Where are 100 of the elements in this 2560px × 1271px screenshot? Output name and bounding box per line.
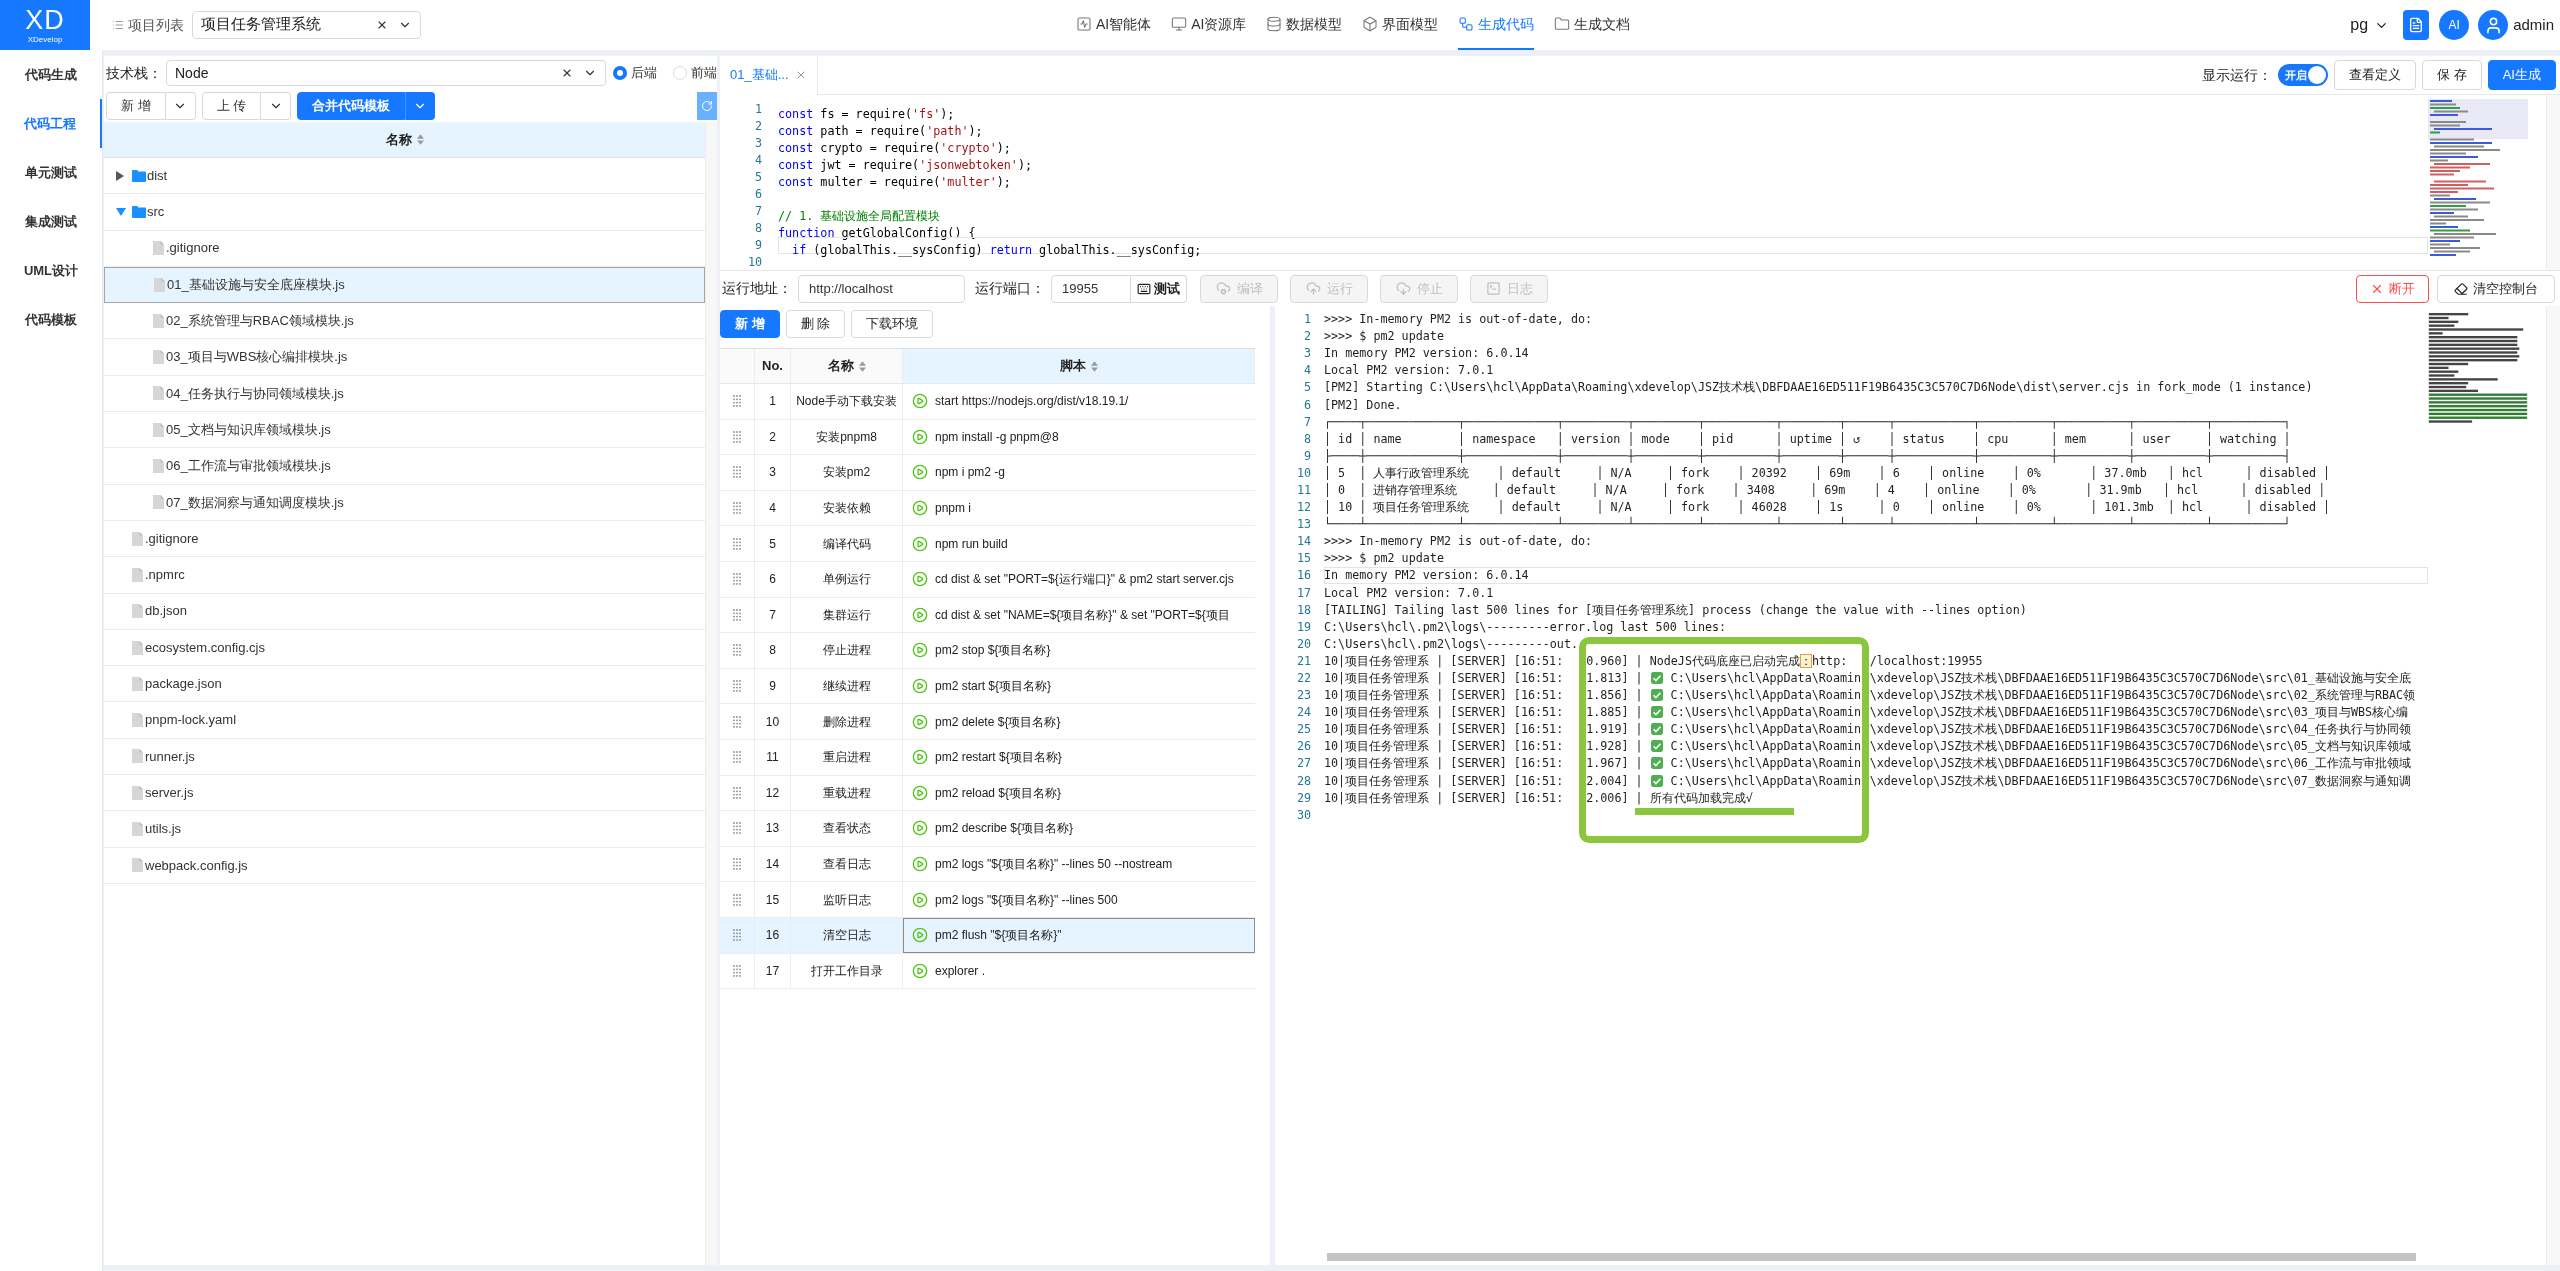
play-icon[interactable]: [912, 820, 928, 837]
grip-dots-icon[interactable]: [733, 466, 741, 479]
toolbar-button[interactable]: 保 存: [2422, 60, 2482, 90]
nav-tab[interactable]: 数据模型: [1266, 0, 1343, 50]
clear-console-button[interactable]: 清空控制台: [2437, 274, 2555, 303]
sidebar-item[interactable]: 代码工程: [0, 99, 102, 148]
scrollbar-thumb[interactable]: [1327, 1253, 2416, 1261]
tree-row[interactable]: dist: [104, 158, 705, 195]
tree-row[interactable]: 06_工作流与审批领域模块.js: [104, 448, 705, 485]
tree-row[interactable]: .gitignore: [104, 230, 705, 267]
sort-icon[interactable]: [416, 134, 424, 145]
tree-row[interactable]: ecosystem.config.cjs: [104, 629, 705, 667]
tree-row[interactable]: pnpm-lock.yaml: [104, 702, 705, 739]
play-icon[interactable]: [912, 571, 928, 588]
table-row[interactable]: 9 继续进程 pm2 start ${项目名称}: [720, 668, 1255, 705]
caret-down-icon[interactable]: [116, 207, 126, 216]
ai-button[interactable]: AI: [2439, 10, 2470, 40]
tree-row[interactable]: 03_项目与WBS核心编排模块.js: [104, 339, 705, 376]
tree-row[interactable]: 01_基础设施与安全底座模块.js: [104, 266, 705, 304]
toggle-switch[interactable]: 开启: [2278, 64, 2329, 86]
grip-dots-icon[interactable]: [733, 786, 741, 799]
address-input[interactable]: http://localhost: [798, 274, 965, 303]
table-row[interactable]: 5 编译代码 npm run build: [720, 526, 1255, 562]
tree-row[interactable]: src: [104, 194, 705, 231]
column-header[interactable]: 名称: [104, 122, 705, 158]
nav-tab[interactable]: AI智能体: [1076, 0, 1152, 50]
grip-dots-icon[interactable]: [733, 573, 741, 586]
caret-right-icon[interactable]: [116, 170, 124, 181]
tree-row[interactable]: utils.js: [104, 811, 705, 848]
grip-dots-icon[interactable]: [733, 858, 741, 870]
grip-dots-icon[interactable]: [733, 644, 741, 657]
sidebar-item[interactable]: UML设计: [0, 246, 102, 295]
grip-dots-icon[interactable]: [733, 929, 741, 942]
nav-tab[interactable]: 生成文档: [1554, 0, 1631, 50]
grip-dots-icon[interactable]: [733, 430, 741, 443]
refresh-button[interactable]: [697, 92, 717, 120]
play-icon[interactable]: [912, 891, 928, 908]
toolbar-button[interactable]: AI生成: [2487, 60, 2556, 90]
table-row[interactable]: 6 单例运行 cd dist & set "PORT=${运行端口}" & pm2 start server.cjs: [720, 561, 1255, 598]
avatar-icon[interactable]: [2478, 10, 2509, 40]
radio-icon[interactable]: [613, 66, 627, 80]
editor-tab[interactable]: 01_基础...: [720, 55, 818, 95]
sort-icon[interactable]: [858, 360, 866, 372]
dropdown-toggle[interactable]: [405, 92, 436, 120]
nav-tab[interactable]: AI资源库: [1171, 0, 1247, 50]
tree-row[interactable]: runner.js: [104, 738, 705, 776]
grip-dots-icon[interactable]: [733, 893, 741, 906]
toolbar-button[interactable]: 查看定义: [2334, 60, 2417, 90]
table-row[interactable]: 4 安装依赖 pnpm i: [720, 490, 1255, 527]
clear-icon[interactable]: [376, 19, 388, 31]
tech-stack-select[interactable]: Node: [166, 60, 606, 86]
table-row[interactable]: 16 清空日志 pm2 flush "${项目名称}": [720, 917, 1255, 954]
play-icon[interactable]: [912, 713, 928, 730]
play-icon[interactable]: [912, 500, 928, 517]
play-icon[interactable]: [912, 535, 928, 552]
radio-option[interactable]: 后端: [613, 63, 657, 83]
action-button[interactable]: 上 传: [201, 92, 262, 120]
nav-tab[interactable]: 生成代码: [1458, 0, 1535, 50]
tree-row[interactable]: webpack.config.js: [104, 847, 705, 884]
table-row[interactable]: 12 重载进程 pm2 reload ${项目名称}: [720, 775, 1255, 812]
tree-row[interactable]: 02_系统管理与RBAC领域模块.js: [104, 303, 705, 340]
tree-row[interactable]: .npmrc: [104, 557, 705, 594]
sidebar-item[interactable]: 代码模板: [0, 295, 102, 344]
table-row[interactable]: 17 打开工作目录 explorer .: [720, 953, 1255, 990]
tree-row[interactable]: server.js: [104, 775, 705, 812]
play-icon[interactable]: [912, 962, 928, 979]
grip-dots-icon[interactable]: [733, 964, 741, 977]
action-button[interactable]: 下载环境: [851, 310, 934, 338]
table-row[interactable]: 15 监听日志 pm2 logs "${项目名称}" --lines 500: [720, 882, 1255, 918]
tree-row[interactable]: db.json: [104, 593, 705, 630]
port-input[interactable]: 19955: [1051, 274, 1131, 303]
nav-tab[interactable]: 界面模型: [1362, 0, 1439, 50]
user-name[interactable]: admin: [2513, 13, 2554, 37]
table-row[interactable]: 10 删除进程 pm2 delete ${项目名称}: [720, 704, 1255, 740]
table-row[interactable]: 13 查看状态 pm2 describe ${项目名称}: [720, 811, 1255, 847]
action-button[interactable]: 删 除: [785, 310, 846, 338]
grip-dots-icon[interactable]: [733, 822, 741, 835]
project-select[interactable]: 项目任务管理系统: [192, 11, 421, 39]
play-icon[interactable]: [912, 678, 928, 695]
play-icon[interactable]: [912, 464, 928, 481]
tree-row[interactable]: package.json: [104, 666, 705, 703]
radio-icon[interactable]: [673, 66, 687, 80]
tree-row[interactable]: .gitignore: [104, 520, 705, 558]
table-row[interactable]: 2 安装pnpm8 npm install -g pnpm@8: [720, 419, 1255, 456]
document-button[interactable]: [2403, 10, 2430, 40]
play-icon[interactable]: [912, 393, 928, 410]
table-row[interactable]: 7 集群运行 cd dist & set "NAME=${项目名称}" & set "PORT=${项目: [720, 597, 1255, 634]
column-header[interactable]: 脚本: [903, 349, 1255, 383]
table-row[interactable]: 1 Node手动下载安装 start https://nodejs.org/dist/v18.19.1/: [720, 384, 1255, 420]
sidebar-item[interactable]: 集成测试: [0, 197, 102, 246]
play-icon[interactable]: [912, 856, 928, 872]
tree-row[interactable]: 04_任务执行与协同领域模块.js: [104, 375, 705, 413]
play-icon[interactable]: [912, 428, 928, 445]
grip-dots-icon[interactable]: [733, 502, 741, 515]
action-button[interactable]: 新 增: [720, 310, 780, 338]
table-row[interactable]: 3 安装pm2 npm i pm2 -g: [720, 455, 1255, 491]
tree-row[interactable]: 05_文档与知识库领域模块.js: [104, 412, 705, 449]
grip-dots-icon[interactable]: [733, 751, 741, 764]
play-icon[interactable]: [912, 749, 928, 766]
grip-dots-icon[interactable]: [733, 537, 741, 550]
